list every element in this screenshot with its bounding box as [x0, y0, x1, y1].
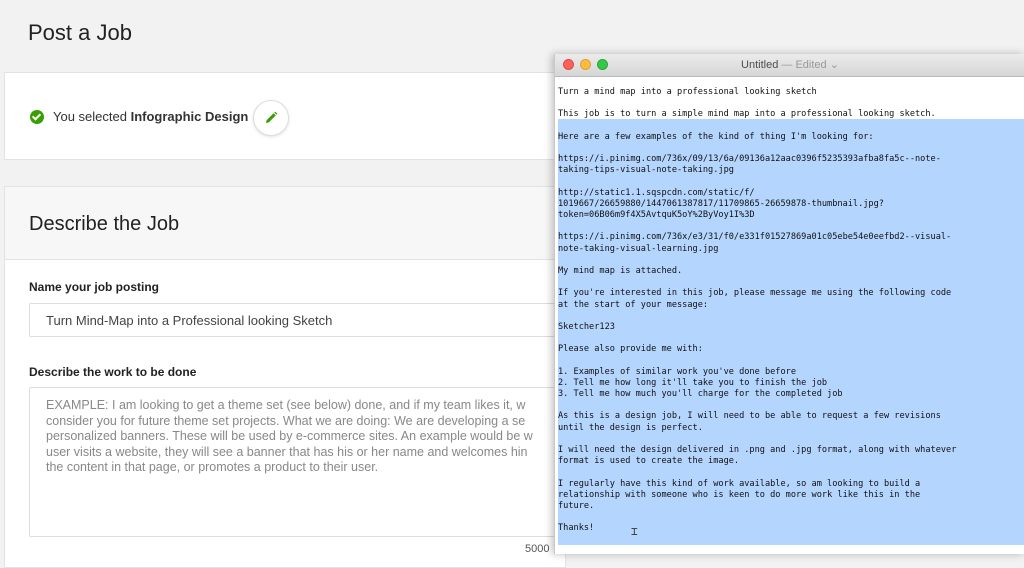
editor-line: Please also provide me with:	[558, 344, 703, 355]
editor-line: If you're interested in this job, please…	[558, 288, 952, 299]
document-name: Untitled	[741, 59, 779, 71]
job-name-label: Name your job posting	[29, 280, 160, 294]
editor-line: note-taking-visual-learning.jpg	[558, 243, 719, 254]
describe-header: Describe the Job	[5, 187, 565, 260]
window-title[interactable]: Untitled — Edited ⌄	[555, 58, 1024, 71]
page-title: Post a Job	[28, 20, 132, 45]
editor-line: token=06B06m9f4X5AvtquK5oY%2ByVoy1I%3D	[558, 210, 755, 221]
editor-line: 1. Examples of similar work you've done …	[558, 366, 796, 377]
editor-line: Thanks!	[558, 523, 595, 534]
check-circle-icon	[30, 110, 44, 124]
selected-category-name: Infographic Design	[130, 109, 249, 124]
editor-line: As this is a design job, I will need to …	[558, 411, 941, 422]
editor-line: This job is to turn a simple mind map in…	[558, 109, 936, 120]
selected-prefix: You selected	[53, 109, 127, 124]
editor-line: I will need the design delivered in .png…	[558, 445, 957, 455]
work-description-textarea[interactable]: EXAMPLE: I am looking to get a theme set…	[29, 387, 559, 537]
editor-line: at the start of your message:	[558, 299, 709, 310]
editor-line: Turn a mind map into a professional look…	[558, 87, 817, 97]
editor-line: I regularly have this kind of work avail…	[558, 478, 921, 489]
editor-text-area[interactable]: Turn a mind map into a professional look…	[558, 87, 1023, 535]
text-cursor-icon: ⌶	[631, 525, 638, 538]
editor-line: future.	[558, 500, 595, 511]
editor-line: Here are a few examples of the kind of t…	[558, 131, 874, 142]
editor-line: 2. Tell me how long it'll take you to fi…	[558, 377, 828, 388]
edited-status: — Edited ⌄	[781, 59, 839, 71]
editor-line: https://i.pinimg.com/736x/e3/31/f0/e331f…	[558, 232, 952, 243]
describe-job-card: Describe the Job Name your job posting T…	[4, 186, 566, 568]
editor-line: https://i.pinimg.com/736x/09/13/6a/09136…	[558, 154, 941, 165]
editor-line: http://static1.1.sqspcdn.com/static/f/	[558, 187, 755, 198]
edit-category-button[interactable]	[253, 100, 289, 136]
editor-line: until the design is perfect.	[558, 422, 703, 433]
editor-line: My mind map is attached.	[558, 266, 683, 276]
editor-line: format is used to create the image.	[558, 456, 740, 467]
text-editor-window[interactable]: Untitled — Edited ⌄ Turn a mind map into…	[554, 54, 1024, 554]
editor-line: 3. Tell me how much you'll charge for th…	[558, 389, 843, 400]
editor-line: taking-tips-visual-note-taking.jpg	[558, 165, 734, 176]
window-titlebar[interactable]: Untitled — Edited ⌄	[555, 54, 1024, 77]
editor-line: relationship with someone who is keen to…	[558, 489, 921, 500]
selected-category-card: You selected Infographic Design	[4, 72, 566, 160]
pencil-icon	[266, 111, 278, 123]
selected-category-text: You selected Infographic Design	[53, 109, 248, 124]
character-counter: 5000	[525, 543, 550, 555]
editor-line: 1019667/26659880/1447061387817/11709865-…	[558, 198, 884, 209]
work-description-label: Describe the work to be done	[29, 365, 197, 379]
job-name-input[interactable]: Turn Mind-Map into a Professional lookin…	[29, 303, 559, 337]
editor-line: Sketcher123	[558, 321, 615, 332]
describe-title: Describe the Job	[29, 213, 180, 235]
